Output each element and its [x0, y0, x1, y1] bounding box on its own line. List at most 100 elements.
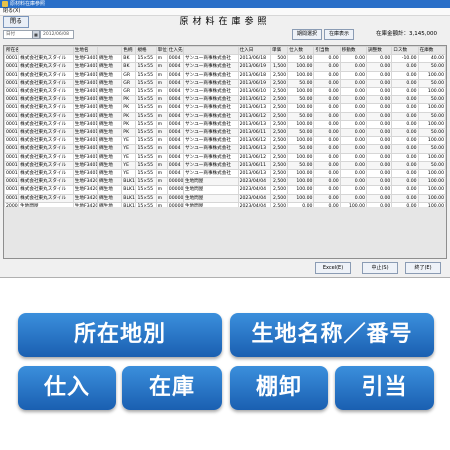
table-cell: 15×55 [135, 177, 157, 187]
menu-item-close[interactable]: 閉る(X) [3, 8, 20, 15]
title-bar: 原材料在庫参照 [0, 0, 450, 8]
filter-field[interactable]: 日付 [3, 30, 33, 39]
table-row[interactable]: 0001 株式会社東丸スタイル 生地F3401 綿生地 PK 15×55 m 0004 サンユー… [4, 111, 446, 121]
column-header[interactable] [18, 46, 74, 56]
table-cell: 0004 [166, 169, 184, 179]
table-row[interactable]: 0001 株式会社東丸スタイル 生地F3401 綿生地 BK 15×55 m 0004 サンユー… [4, 62, 446, 72]
table-row[interactable]: 0001 株式会社東丸スタイル 生地F3401 綿生地 BK 15×55 m 0004 サンユー… [4, 54, 446, 64]
table-cell: 株式会社東丸スタイル [18, 103, 74, 113]
table-row[interactable]: 0001 株式会社東丸スタイル 生地F3401 綿生地 GR 15×55 m 0004 サンユー… [4, 87, 446, 97]
purchase-button[interactable]: 仕入 [18, 366, 116, 410]
table-cell: m [155, 103, 168, 113]
table-row[interactable]: 0001 株式会社東丸スタイル 生地F3401 綿生地 YE 15×55 m 0004 サンユー… [4, 160, 446, 171]
table-cell: 生地F3401 [72, 144, 99, 154]
table-cell: 0.00 [339, 193, 368, 203]
table-cell: 2013/06/12 [237, 152, 271, 162]
table-cell: 0.00 [391, 87, 419, 97]
table-cell: 100.00 [287, 103, 315, 113]
column-header[interactable]: 単位 [155, 46, 168, 56]
page-title: 原材料在庫参照 [179, 17, 271, 27]
stop-button[interactable]: 中止(S) [362, 262, 398, 274]
table-row[interactable]: 0001 株式会社東丸スタイル 生地F3401 綿生地 YE 15×55 m 0004 サンユー… [4, 152, 446, 162]
table-row[interactable]: 0001 株式会社東丸スタイル 生地F3401 綿生地 YE 15×55 m 0004 サンユー… [4, 169, 446, 179]
table-cell: m [155, 169, 168, 179]
table-cell: 0.00 [339, 160, 368, 171]
column-header[interactable]: 仕入日 [237, 46, 271, 56]
table-row[interactable]: 0001 株式会社東丸スタイル 生地F3401 綿生地 GR 15×55 m 0004 サンユー… [4, 78, 446, 89]
table-cell: m [155, 128, 168, 138]
table-cell: 綿生地 [97, 78, 123, 89]
table-row[interactable]: 0001 株式会社東丸スタイル 生地F3401 綿生地 GR 15×55 m 0004 サンユー… [4, 70, 446, 80]
table-cell: 40.00 [417, 54, 446, 64]
table-cell: m [155, 78, 168, 89]
column-header[interactable]: 引当数 [313, 46, 341, 56]
table-cell: m [155, 136, 168, 146]
table-cell: 0.00 [391, 103, 419, 113]
table-cell: 0004 [166, 144, 184, 154]
column-header[interactable]: 移動数 [339, 46, 368, 56]
close-button[interactable]: 閉る [3, 16, 29, 28]
column-header[interactable]: 所在名 [4, 46, 20, 56]
period-select-button[interactable]: 期間選択 [292, 29, 322, 40]
table-cell: 0.00 [366, 136, 393, 146]
by-location-button[interactable]: 所在地別 [18, 313, 222, 357]
table-cell: BK [121, 62, 137, 72]
column-header[interactable]: ロス数 [391, 46, 419, 56]
table-row[interactable]: 0001株式会社東丸スタイル生地F3420綿生地BLK1615×55m00000… [4, 185, 446, 195]
column-header[interactable] [182, 46, 239, 56]
table-cell: サンユー商事株式会社 [182, 78, 239, 89]
table-cell: サンユー商事株式会社 [182, 62, 239, 72]
column-header[interactable]: 仕入数 [287, 46, 315, 56]
table-row[interactable]: 0001 株式会社東丸スタイル 生地F3401 綿生地 YE 15×55 m 0004 サンユー… [4, 136, 446, 146]
table-row[interactable]: 0001 株式会社東丸スタイル 生地F3401 綿生地 PK 15×55 m 0004 サンユー… [4, 119, 446, 130]
table-row[interactable]: 0001 株式会社東丸スタイル 生地F3401 綿生地 YE 15×55 m 0004 サンユー… [4, 144, 446, 154]
table-cell: 0001 [4, 185, 20, 195]
date-input[interactable]: 2012/06/08 [40, 30, 74, 39]
table-cell: 0004 [166, 136, 184, 146]
table-cell: 0.00 [366, 177, 393, 187]
column-header[interactable]: 生地名 [72, 46, 99, 56]
column-header[interactable]: 仕入先 [166, 46, 184, 56]
table-cell: m [155, 119, 168, 130]
table-cell: サンユー商事株式会社 [182, 160, 239, 171]
table-cell: 生地F3401 [72, 136, 99, 146]
table-cell: 100.00 [417, 185, 446, 195]
table-cell: 0001 [4, 78, 20, 89]
table-cell: 15×55 [135, 160, 157, 171]
inventory-button[interactable]: 棚卸 [230, 366, 328, 410]
column-header[interactable]: 在庫数 [417, 46, 446, 56]
excel-button[interactable]: Excel(E) [315, 262, 351, 274]
table-row[interactable]: 0001 株式会社東丸スタイル 生地F3401 綿生地 PK 15×55 m 0004 サンユー… [4, 95, 446, 105]
table-cell: 0.00 [391, 78, 419, 89]
stock-button[interactable]: 在庫 [122, 366, 222, 410]
end-button[interactable]: 終了(E) [405, 262, 441, 274]
allocation-button[interactable]: 引当 [335, 366, 434, 410]
table-cell: 100.00 [287, 62, 315, 72]
stock-grid[interactable]: 所在名 生地名 色柄 規格 単位 仕入先 仕入日 単価 仕入数 引当数 移動数 調整数 ロス数 在庫数 0… [3, 45, 447, 259]
table-cell: 50.00 [287, 95, 315, 105]
table-row[interactable]: 0001株式会社東丸スタイル生地F3420綿生地BLK1615×55m00000… [4, 177, 446, 187]
column-header[interactable]: 単価 [269, 46, 289, 56]
table-cell: 0.00 [339, 70, 368, 80]
column-header[interactable]: 規格 [135, 46, 157, 56]
table-cell: 2013/06/13 [237, 169, 271, 179]
table-cell: 2,500 [269, 119, 289, 130]
table-cell: 2,500 [269, 177, 289, 187]
calendar-icon[interactable]: ▦ [32, 30, 40, 39]
column-header[interactable]: 調整数 [366, 46, 393, 56]
table-row[interactable]: 0001 株式会社東丸スタイル 生地F3401 綿生地 PK 15×55 m 0004 サンユー… [4, 103, 446, 113]
table-cell: 株式会社東丸スタイル [18, 62, 74, 72]
window-title: 原材料在庫参照 [10, 1, 46, 7]
table-cell: 2,500 [269, 144, 289, 154]
stock-display-button[interactable]: 在庫表示 [324, 29, 354, 40]
table-row[interactable]: 0001株式会社東丸スタイル生地F3420綿生地BLK1615×55m00000… [4, 193, 446, 203]
table-cell: 0004 [166, 103, 184, 113]
fabric-name-number-button[interactable]: 生地名称／番号 [230, 313, 434, 357]
table-cell: m [155, 70, 168, 80]
table-row[interactable]: 0001 株式会社東丸スタイル 生地F3401 綿生地 PK 15×55 m 0004 サンユー… [4, 128, 446, 138]
table-cell: BLK16 [121, 185, 137, 195]
column-header[interactable] [97, 46, 123, 56]
column-header[interactable]: 色柄 [121, 46, 137, 56]
table-cell: 0.00 [391, 136, 419, 146]
table-cell: 0001 [4, 128, 20, 138]
